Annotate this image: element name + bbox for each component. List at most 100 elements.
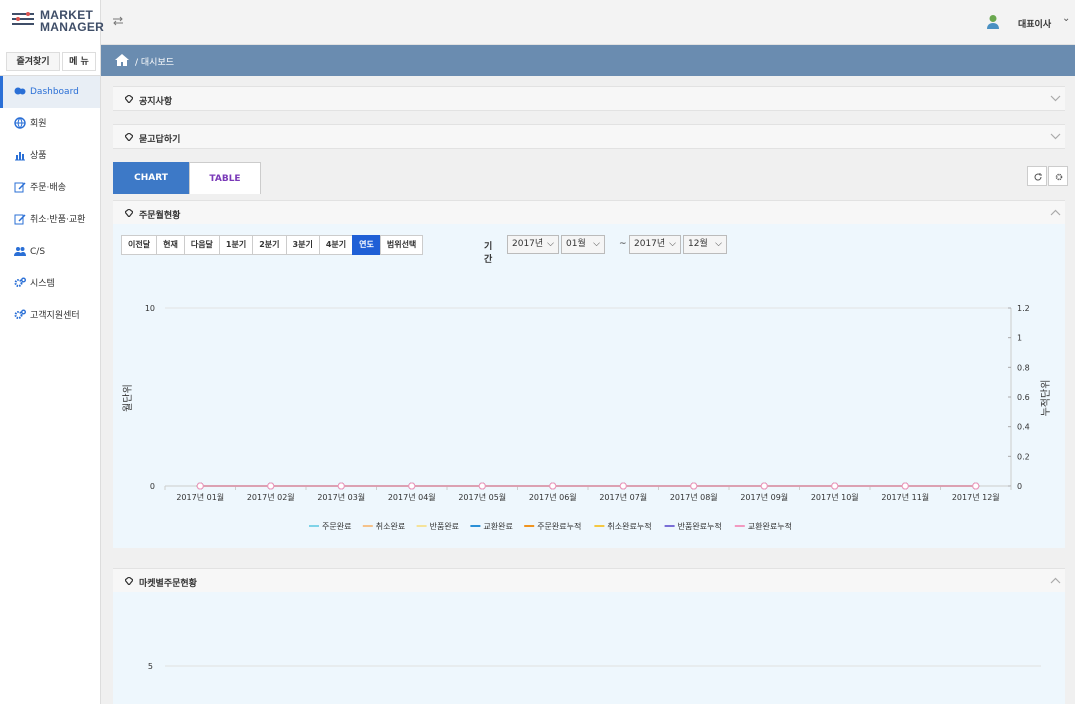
sidebar-item-dashboard[interactable]: Dashboard <box>0 76 100 108</box>
legend-label: 주문완료누적 <box>537 521 581 531</box>
data-point <box>267 482 275 490</box>
sidebar: 즐겨찾기 메 뉴 Dashboard 회원 상품 주문·배송 취소·반품·교환 … <box>0 45 101 704</box>
breadcrumb: / 대시보드 <box>101 45 1075 76</box>
market-orders-card: 5 <box>113 592 1065 704</box>
user-name[interactable]: 대표이사 <box>1018 17 1051 30</box>
data-point <box>760 482 768 490</box>
y-tick-label: 0 <box>150 482 155 491</box>
x-tick-label: 2017년 02월 <box>247 492 295 502</box>
x-tick-label: 2017년 11월 <box>881 492 929 502</box>
y2-tick-label: 1 <box>1017 334 1022 343</box>
legend-label: 반품완료누적 <box>678 521 722 531</box>
panel-monthly-orders[interactable]: 주문월현황 <box>113 200 1065 225</box>
pin-icon <box>125 577 133 585</box>
logo-text: MARKET MANAGER <box>40 8 105 34</box>
tab-table[interactable]: TABLE <box>189 162 261 194</box>
x-tick-label: 2017년 05월 <box>458 492 506 502</box>
y2-tick-label: 0.8 <box>1017 363 1030 372</box>
chevron-up-icon[interactable] <box>1050 207 1061 218</box>
chevron-down-icon[interactable] <box>1050 93 1061 104</box>
data-point <box>901 482 909 490</box>
x-tick-label: 2017년 01월 <box>176 492 224 502</box>
y-axis-title: 월단위 <box>121 384 134 412</box>
legend-label: 취소완료누적 <box>607 521 651 531</box>
x-tick-label: 2017년 03월 <box>317 492 365 502</box>
y2-tick-label: 0.4 <box>1017 423 1030 432</box>
gear-icon <box>1055 173 1063 181</box>
panel-market-orders[interactable]: 마켓별주문현황 <box>113 568 1065 593</box>
edit-icon <box>14 213 26 224</box>
sidebar-item-label: 주문·배송 <box>30 183 66 193</box>
chevron-down-icon[interactable] <box>1050 131 1061 142</box>
x-tick-label: 2017년 07월 <box>599 492 647 502</box>
sidebar-item-support[interactable]: 고객지원센터 <box>0 300 100 332</box>
user-avatar-icon[interactable] <box>986 14 1000 30</box>
sidebar-item-returns[interactable]: 취소·반품·교환 <box>0 204 100 236</box>
x-tick-label: 2017년 06월 <box>529 492 577 502</box>
sidebar-item-products[interactable]: 상품 <box>0 140 100 172</box>
y-tick-label: 10 <box>145 304 155 313</box>
market-orders-chart: 5 <box>148 662 1041 671</box>
sidebar-toggle-icon[interactable] <box>112 16 124 26</box>
sidebar-item-system[interactable]: 시스템 <box>0 268 100 300</box>
y2-tick-label: 0.2 <box>1017 452 1030 461</box>
x-tick-label: 2017년 08월 <box>670 492 718 502</box>
tab-favorites[interactable]: 즐겨찾기 <box>6 52 60 71</box>
dashboard-icon <box>14 87 26 94</box>
legend-label: 반품완료 <box>430 522 459 531</box>
breadcrumb-current: / 대시보드 <box>135 58 175 68</box>
refresh-icon <box>1034 173 1042 181</box>
tab-chart[interactable]: CHART <box>113 162 189 194</box>
data-point <box>549 482 557 490</box>
legend-label: 교환완료 <box>483 521 512 531</box>
data-point <box>408 482 416 490</box>
panel-qna[interactable]: 묻고답하기 <box>113 124 1065 149</box>
sidebar-item-members[interactable]: 회원 <box>0 108 100 140</box>
sidebar-item-label: 시스템 <box>30 279 55 289</box>
panel-title: 마켓별주문현황 <box>139 579 197 589</box>
panel-notice[interactable]: 공지사항 <box>113 86 1065 111</box>
bar-chart-icon <box>15 151 25 160</box>
sidebar-item-cs[interactable]: C/S <box>0 236 100 268</box>
sidebar-item-label: 취소·반품·교환 <box>30 215 86 225</box>
panel-title: 묻고답하기 <box>139 135 181 145</box>
sidebar-item-label: Dashboard <box>30 87 79 97</box>
y2-tick-label: 1.2 <box>1017 304 1030 313</box>
logo-icon <box>12 12 34 26</box>
refresh-button[interactable] <box>1027 166 1047 186</box>
data-point <box>972 482 980 490</box>
edit-icon <box>14 181 26 192</box>
top-bar: MARKET MANAGER 대표이사 ⌄ <box>0 0 1075 45</box>
users-icon <box>14 246 26 256</box>
y-tick-label: 5 <box>148 662 153 671</box>
sidebar-tabs: 즐겨찾기 메 뉴 <box>0 45 100 76</box>
legend-label: 취소완료 <box>376 522 405 531</box>
x-tick-label: 2017년 10월 <box>811 492 859 502</box>
x-tick-label: 2017년 12월 <box>952 492 1000 502</box>
panel-title: 공지사항 <box>139 97 173 107</box>
home-icon[interactable] <box>115 54 129 66</box>
panel-title: 주문월현황 <box>139 211 181 221</box>
user-menu-chevron-icon[interactable]: ⌄ <box>1062 13 1070 24</box>
pin-icon <box>125 133 133 141</box>
sidebar-item-label: 고객지원센터 <box>30 311 80 321</box>
x-tick-label: 2017년 04월 <box>388 492 436 502</box>
tab-menu[interactable]: 메 뉴 <box>62 52 96 71</box>
settings-button[interactable] <box>1048 166 1068 186</box>
legend-label: 주문완료 <box>322 522 351 531</box>
monthly-orders-chart: 0 10 0 0.2 0.4 0.6 0.8 1 1.2 월단위 누적단위 2017년 01월 2017… <box>121 304 1052 531</box>
data-point <box>619 482 627 490</box>
main-content: 공지사항 묻고답하기 CHART TABLE 주문월현황 이전달 현재 다음달 1분기… <box>101 76 1075 704</box>
data-point <box>478 482 486 490</box>
data-point <box>196 482 204 490</box>
chevron-up-icon[interactable] <box>1050 575 1061 586</box>
sidebar-item-label: 상품 <box>30 151 47 161</box>
data-point <box>337 482 345 490</box>
pin-icon <box>125 209 133 217</box>
sidebar-item-label: 회원 <box>30 119 47 129</box>
y2-tick-label: 0 <box>1017 482 1022 491</box>
app-logo[interactable]: MARKET MANAGER <box>0 0 105 45</box>
x-tick-label: 2017년 09월 <box>740 492 788 502</box>
cogs-icon <box>14 309 26 319</box>
sidebar-item-orders[interactable]: 주문·배송 <box>0 172 100 204</box>
